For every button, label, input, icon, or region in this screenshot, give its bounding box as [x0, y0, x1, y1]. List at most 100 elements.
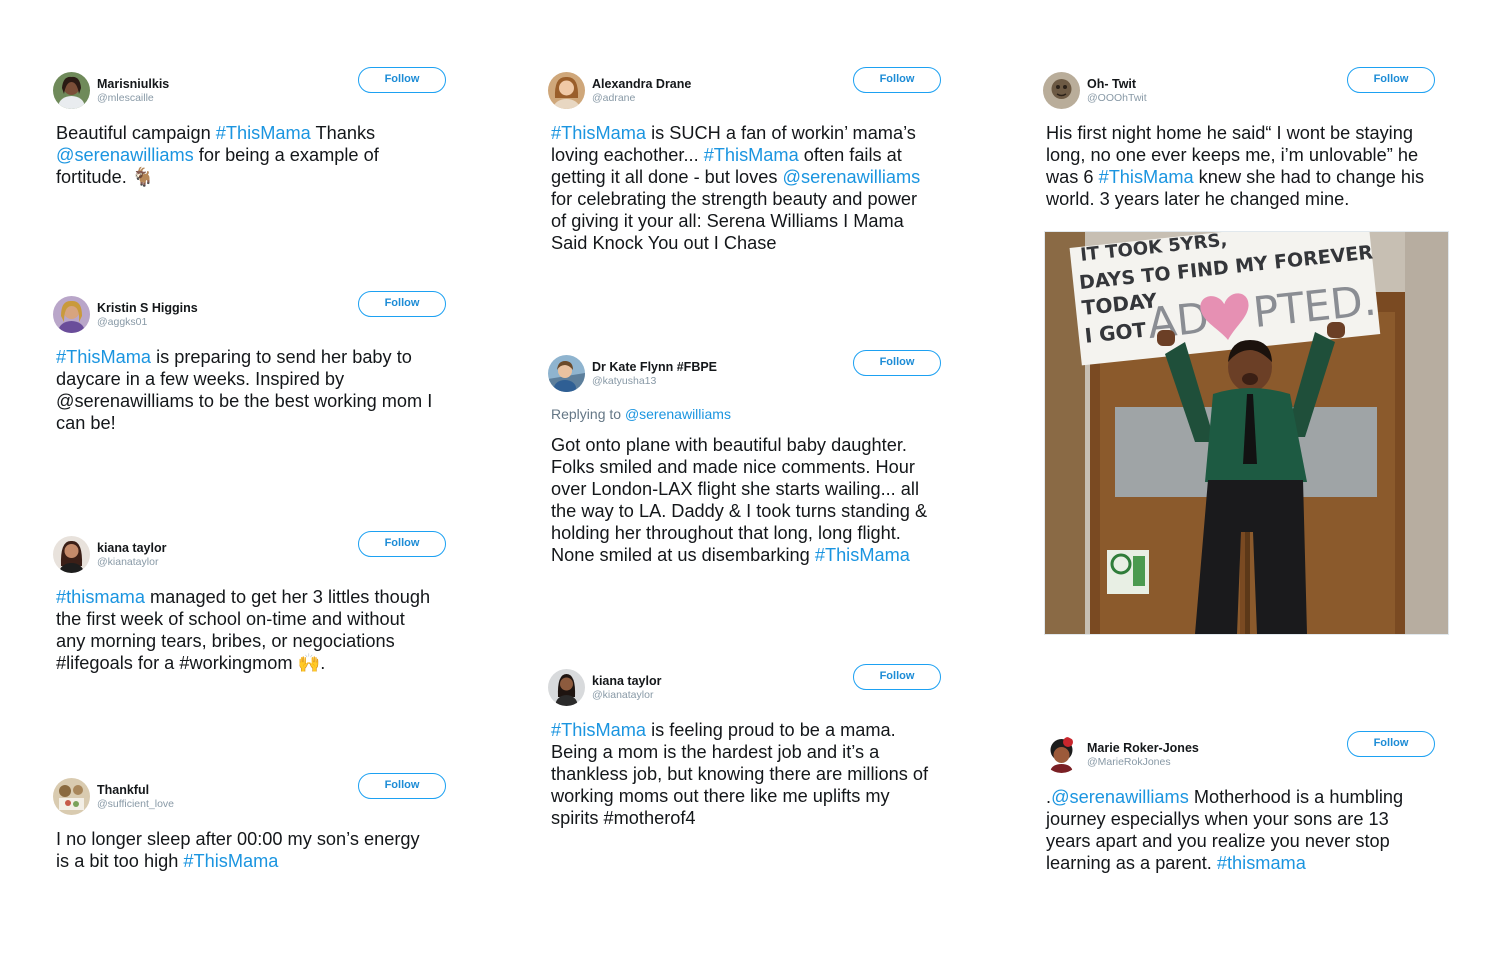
- text-segment: Beautiful campaign: [56, 123, 216, 143]
- text-segment: is SUCH a fan of workin’ mama’s: [646, 123, 916, 143]
- user-handle[interactable]: @sufficient_love: [97, 798, 174, 810]
- mention-link[interactable]: @serenawilliams: [783, 167, 921, 187]
- avatar[interactable]: [1043, 736, 1080, 773]
- replying-mention-link[interactable]: @serenawilliams: [625, 406, 731, 422]
- text-segment: can be!: [56, 413, 116, 433]
- tweet-text-line: Folks smiled and made nice comments. Hou…: [551, 456, 927, 478]
- display-name[interactable]: Oh- Twit: [1087, 77, 1136, 91]
- user-handle[interactable]: @kianataylor: [592, 689, 653, 701]
- tweet-text: I no longer sleep after 00:00 my son’s e…: [56, 828, 420, 872]
- avatar[interactable]: [53, 296, 90, 333]
- text-segment: is preparing to send her baby to: [151, 347, 412, 367]
- user-handle[interactable]: @aggks01: [97, 316, 147, 328]
- user-handle[interactable]: @MarieRokJones: [1087, 756, 1171, 768]
- tweet-photo[interactable]: IT TOOK 5YRS, DAYS TO FIND MY FOREVER TO…: [1044, 231, 1449, 635]
- avatar[interactable]: [53, 536, 90, 573]
- tweet-text-line: loving eachother... #ThisMama often fail…: [551, 144, 920, 166]
- display-name[interactable]: Thankful: [97, 783, 149, 797]
- display-name[interactable]: Alexandra Drane: [592, 77, 691, 91]
- follow-button[interactable]: Follow: [853, 350, 941, 376]
- hashtag-link[interactable]: #thismama: [56, 587, 145, 607]
- tweet-text: .@serenawilliams Motherhood is a humblin…: [1046, 786, 1403, 874]
- tweet-text: Got onto plane with beautiful baby daugh…: [551, 434, 927, 566]
- text-segment: managed to get her 3 littles though: [144, 587, 431, 607]
- follow-button[interactable]: Follow: [853, 67, 941, 93]
- text-segment: None smiled at us disembarking: [551, 545, 815, 565]
- follow-button[interactable]: Follow: [1347, 731, 1435, 757]
- tweet-text-line: any morning tears, bribes, or negociatio…: [56, 630, 430, 652]
- tweet-text-line: I no longer sleep after 00:00 my son’s e…: [56, 828, 420, 850]
- avatar[interactable]: [548, 669, 585, 706]
- avatar[interactable]: [1043, 72, 1080, 109]
- tweet-text-line: Being a mom is the hardest job and it’s …: [551, 741, 928, 763]
- text-segment: the way to LA. Daddy & I took turns stan…: [551, 501, 928, 521]
- display-name[interactable]: Kristin S Higgins: [97, 301, 198, 315]
- text-segment: I no longer sleep after 00:00 my son’s e…: [56, 829, 420, 849]
- follow-button[interactable]: Follow: [358, 773, 446, 799]
- mention-link[interactable]: @serenawilliams: [1051, 787, 1189, 807]
- text-segment: was 6: [1046, 167, 1099, 187]
- tweet-text-line: for celebrating the strength beauty and …: [551, 188, 920, 210]
- tweet-text-line: #ThisMama is SUCH a fan of workin’ mama’…: [551, 122, 920, 144]
- text-segment: long, no one ever keeps me, i’m unlovabl…: [1046, 145, 1419, 165]
- tweet-text-line: can be!: [56, 412, 432, 434]
- hashtag-link[interactable]: #ThisMama: [704, 145, 799, 165]
- replying-to: Replying to @serenawilliams: [551, 406, 731, 422]
- text-segment: often fails at: [798, 145, 902, 165]
- text-segment: for celebrating the strength beauty and …: [551, 189, 918, 209]
- avatar[interactable]: [53, 778, 90, 815]
- text-segment: His first night home he said“ I wont be …: [1046, 123, 1413, 143]
- hashtag-link[interactable]: #ThisMama: [1099, 167, 1194, 187]
- user-handle[interactable]: @katyusha13: [592, 375, 656, 387]
- follow-button[interactable]: Follow: [358, 531, 446, 557]
- avatar[interactable]: [548, 72, 585, 109]
- tweet-text-line: of giving it your all: Serena Williams I…: [551, 210, 920, 232]
- tweet-text-line: journey especiallys when your sons are 1…: [1046, 808, 1403, 830]
- hashtag-link[interactable]: #ThisMama: [56, 347, 151, 367]
- text-segment: #lifegoals for a #workingmom 🙌.: [56, 653, 326, 673]
- follow-button[interactable]: Follow: [358, 291, 446, 317]
- hashtag-link[interactable]: #ThisMama: [551, 720, 646, 740]
- mention-link[interactable]: @serenawilliams: [56, 145, 194, 165]
- tweet-text-line: None smiled at us disembarking #ThisMama: [551, 544, 927, 566]
- follow-button[interactable]: Follow: [853, 664, 941, 690]
- tweet-text-line: the way to LA. Daddy & I took turns stan…: [551, 500, 927, 522]
- user-handle[interactable]: @adrane: [592, 92, 635, 104]
- display-name[interactable]: Dr Kate Flynn #FBPE: [592, 360, 717, 374]
- tweet-text: #ThisMama is SUCH a fan of workin’ mama’…: [551, 122, 920, 254]
- text-segment: working moms out there like me uplifts m…: [551, 786, 890, 806]
- text-segment: holding her throughout that long, long f…: [551, 523, 901, 543]
- text-segment: years apart and you realize you never st…: [1046, 831, 1390, 851]
- tweet-text-line: spirits #motherof4: [551, 807, 928, 829]
- display-name[interactable]: Marie Roker-Jones: [1087, 741, 1199, 755]
- text-segment: world. 3 years later he changed mine.: [1046, 189, 1350, 209]
- hashtag-link[interactable]: #ThisMama: [551, 123, 646, 143]
- tweet-text-line: learning as a parent. #thismama: [1046, 852, 1403, 874]
- avatar[interactable]: [548, 355, 585, 392]
- follow-button[interactable]: Follow: [358, 67, 446, 93]
- user-handle[interactable]: @mlescaille: [97, 92, 154, 104]
- tweet-text-line: .@serenawilliams Motherhood is a humblin…: [1046, 786, 1403, 808]
- user-handle[interactable]: @kianataylor: [97, 556, 158, 568]
- hashtag-link[interactable]: #ThisMama: [216, 123, 311, 143]
- avatar[interactable]: [53, 72, 90, 109]
- hashtag-link[interactable]: #thismama: [1217, 853, 1306, 873]
- user-handle[interactable]: @OOOhTwit: [1087, 92, 1147, 104]
- display-name[interactable]: kiana taylor: [97, 541, 166, 555]
- hashtag-link[interactable]: #ThisMama: [815, 545, 910, 565]
- tweet-text-line: #ThisMama is preparing to send her baby …: [56, 346, 432, 368]
- hashtag-link[interactable]: #ThisMama: [183, 851, 278, 871]
- tweet-text-line: world. 3 years later he changed mine.: [1046, 188, 1424, 210]
- tweet-text-line: daycare in a few weeks. Inspired by: [56, 368, 432, 390]
- display-name[interactable]: Marisniulkis: [97, 77, 169, 91]
- text-segment: Motherhood is a humbling: [1188, 787, 1404, 807]
- display-name[interactable]: kiana taylor: [592, 674, 661, 688]
- tweet-text-line: Got onto plane with beautiful baby daugh…: [551, 434, 927, 456]
- follow-button[interactable]: Follow: [1347, 67, 1435, 93]
- text-segment: fortitude. 🐐: [56, 167, 155, 187]
- text-segment: for being a example of: [193, 145, 379, 165]
- text-segment: the first week of school on-time and wit…: [56, 609, 405, 629]
- text-segment: of giving it your all: Serena Williams I…: [551, 211, 904, 231]
- tweet-text-line: the first week of school on-time and wit…: [56, 608, 430, 630]
- text-segment: Got onto plane with beautiful baby daugh…: [551, 435, 907, 455]
